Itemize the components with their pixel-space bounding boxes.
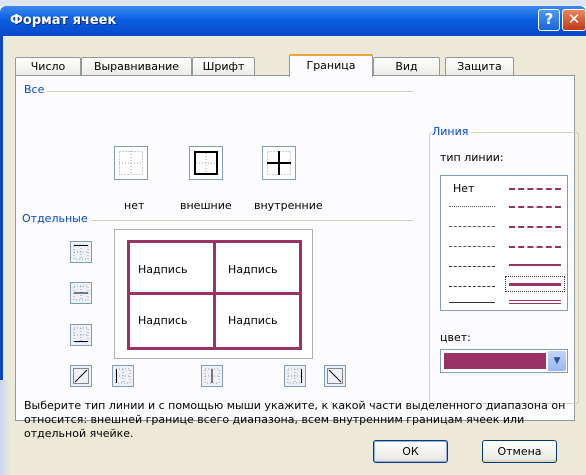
preview-cell-text: Надпись <box>138 263 188 276</box>
border-tab-panel: Все нет внешние внутренние Отдельные Над… <box>15 75 579 440</box>
border-right-icon <box>287 368 303 384</box>
help-button[interactable]: ? <box>538 9 560 31</box>
preview-cell-text: Надпись <box>228 314 278 327</box>
preset-none-label: нет <box>124 199 145 212</box>
border-inside-horizontal-button[interactable] <box>70 282 92 304</box>
line-style-medium-dash-dot-dot[interactable] <box>509 188 561 190</box>
line-color-picker[interactable]: ▼ <box>440 349 568 373</box>
line-style-dash-dot-dot[interactable] <box>449 246 495 247</box>
line-group-title: Линия <box>432 125 472 138</box>
close-button[interactable]: ✕ <box>562 9 586 31</box>
diagonal-up-icon <box>73 368 89 384</box>
line-style-dash-dot[interactable] <box>449 266 495 267</box>
ok-button[interactable]: ОК <box>373 440 448 463</box>
tab-strip: Число Выравнивание Шрифт Граница Вид Защ… <box>15 54 575 77</box>
line-style-double[interactable] <box>509 300 561 304</box>
line-style-label: тип линии: <box>440 151 504 164</box>
line-style-slanted-dash-dot[interactable] <box>509 206 561 208</box>
border-inside-vertical-button[interactable] <box>201 365 223 387</box>
line-style-medium-dashed[interactable] <box>509 246 561 248</box>
line-style-none[interactable]: Нет <box>453 182 474 195</box>
tab-protection[interactable]: Защита <box>445 57 514 76</box>
border-left-button[interactable] <box>112 365 134 387</box>
border-inside-vertical-icon <box>204 368 220 384</box>
border-top-icon <box>73 244 89 260</box>
cancel-button[interactable]: Отмена <box>482 440 557 463</box>
help-icon: ? <box>544 10 554 28</box>
tab-number[interactable]: Число <box>15 57 81 76</box>
preview-cell-text: Надпись <box>228 263 278 276</box>
preview-grid: Надпись Надпись Надпись Надпись <box>127 240 302 350</box>
line-style-selected[interactable] <box>505 276 565 292</box>
line-color-swatch <box>444 353 546 369</box>
border-right-button[interactable] <box>284 365 306 387</box>
border-bottom-button[interactable] <box>70 324 92 346</box>
preset-inside-label: внутренние <box>254 199 323 212</box>
line-style-list[interactable]: Нет <box>440 175 568 311</box>
preview-inner-vertical-line <box>213 243 216 347</box>
diagonal-down-icon <box>327 368 343 384</box>
line-style-hairline[interactable] <box>449 206 495 207</box>
border-inside-icon <box>267 151 291 175</box>
tab-border[interactable]: Граница <box>289 54 373 77</box>
preset-outline-label: внешние <box>180 199 232 212</box>
chevron-down-icon[interactable]: ▼ <box>548 351 566 371</box>
hint-text: Выберите тип линии и с помощью мыши укаж… <box>24 399 566 440</box>
line-style-thin[interactable] <box>449 302 495 303</box>
line-style-medium[interactable] <box>509 264 561 266</box>
preset-inside-button[interactable] <box>262 146 296 180</box>
border-diagonal-down-button[interactable] <box>324 365 346 387</box>
close-icon: ✕ <box>567 10 581 28</box>
preset-none-button[interactable] <box>114 146 148 180</box>
line-group: Линия тип линии: Нет цвет: ▼ <box>429 125 579 404</box>
border-preview[interactable]: Надпись Надпись Надпись Надпись <box>114 229 313 359</box>
dialog-body: Число Выравнивание Шрифт Граница Вид Защ… <box>0 36 586 475</box>
dialog-title: Формат ячеек <box>10 13 117 28</box>
format-cells-dialog: Формат ячеек ? ✕ Число Выравнивание Шриф… <box>0 0 586 475</box>
line-style-dotted[interactable] <box>449 226 495 227</box>
all-group-line <box>24 91 414 92</box>
border-inside-horizontal-icon <box>73 285 89 301</box>
preview-inner-horizontal-line <box>130 292 299 295</box>
title-bar[interactable]: Формат ячеек ? ✕ <box>0 6 586 36</box>
border-diagonal-up-button[interactable] <box>70 365 92 387</box>
border-none-icon <box>119 151 143 175</box>
border-left-icon <box>115 368 131 384</box>
tab-view[interactable]: Вид <box>373 57 440 76</box>
line-color-label: цвет: <box>440 331 471 344</box>
line-style-dashed[interactable] <box>449 286 495 287</box>
tab-font[interactable]: Шрифт <box>192 57 255 76</box>
preset-outline-button[interactable] <box>189 146 223 180</box>
line-style-medium-dash-dot[interactable] <box>509 226 561 228</box>
left-edge-glow <box>0 380 10 475</box>
border-outline-icon <box>194 151 218 175</box>
tab-alignment[interactable]: Выравнивание <box>81 57 192 76</box>
border-top-button[interactable] <box>70 241 92 263</box>
all-group-title: Все <box>24 83 48 96</box>
preview-cell-text: Надпись <box>138 314 188 327</box>
separate-group-title: Отдельные <box>22 212 91 225</box>
border-bottom-icon <box>73 327 89 343</box>
